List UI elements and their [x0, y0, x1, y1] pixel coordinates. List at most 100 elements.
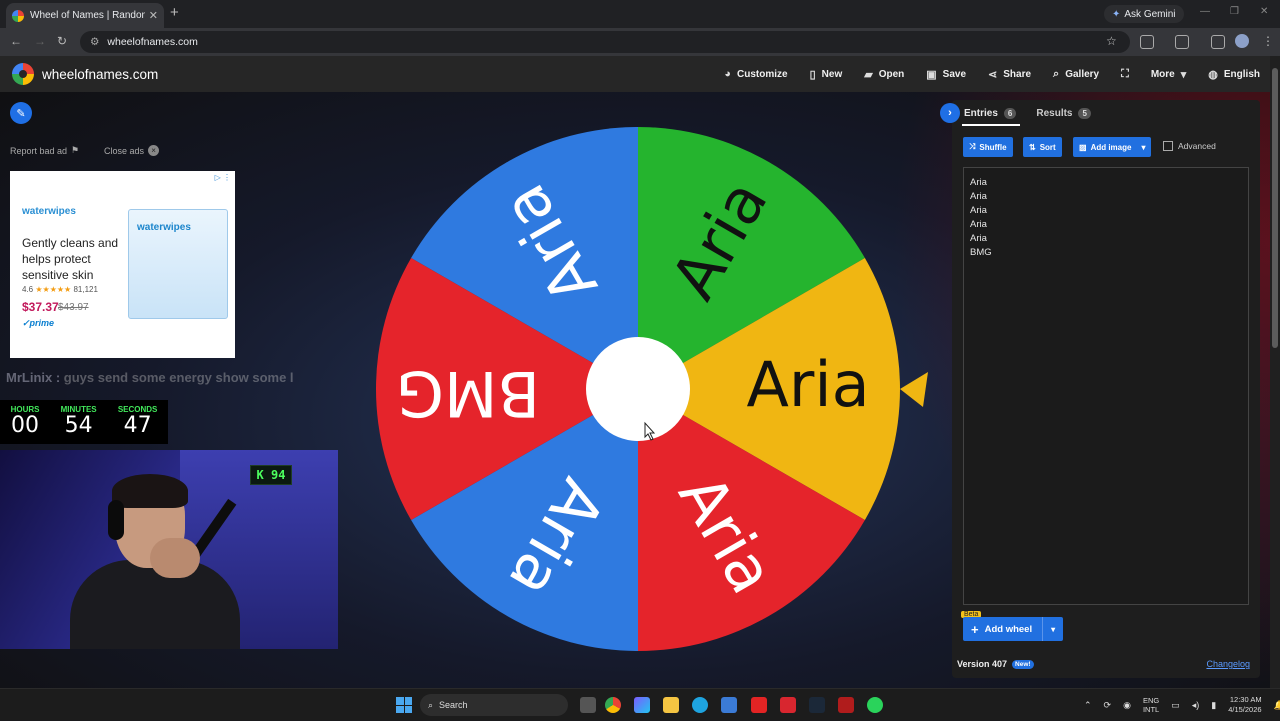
streamer-hand [150, 538, 200, 578]
folder-icon[interactable] [663, 697, 679, 713]
steam-icon[interactable] [809, 697, 825, 713]
changelog-link[interactable]: Changelog [1206, 659, 1250, 669]
add-image-button[interactable]: ▨ Add image ▾ [1073, 137, 1152, 157]
chrome-icon[interactable] [605, 697, 621, 713]
browser-menu-icon[interactable]: ⋮ [1262, 34, 1274, 48]
youtube-icon[interactable] [751, 697, 767, 713]
entries-panel: › Entries 6 Results 5 ⤨ Shuffle ⇅ Sort ▨ Add … [940, 100, 1260, 678]
advanced-checkbox[interactable]: Advanced [1163, 141, 1216, 151]
address-bar[interactable]: ⚙ wheelofnames.com [80, 31, 1130, 53]
copilot-icon[interactable] [634, 697, 650, 713]
notification-bell-icon[interactable]: 🔔 [1274, 700, 1280, 711]
ad-brand: waterwipes [22, 206, 76, 217]
flag-icon: ⚑ [71, 145, 80, 155]
more-button[interactable]: More ▾ [1151, 68, 1186, 81]
sort-button[interactable]: ⇅ Sort [1023, 137, 1062, 157]
open-button[interactable]: ▰ Open [864, 68, 904, 81]
add-wheel-dropdown-icon[interactable]: ▾ [1043, 625, 1063, 634]
shield-app-icon[interactable] [838, 697, 854, 713]
tab-results[interactable]: Results 5 [1036, 107, 1091, 119]
reading-list-icon[interactable] [1211, 35, 1225, 49]
back-icon[interactable]: ← [10, 34, 22, 48]
new-button[interactable]: ▯ New [810, 68, 843, 81]
fullscreen-button[interactable]: ⛶ [1121, 68, 1129, 81]
file-explorer-icon[interactable] [580, 697, 596, 713]
gallery-button[interactable]: ⌕ Gallery [1053, 68, 1099, 81]
mail-icon[interactable] [721, 697, 737, 713]
ad-choices-icon[interactable]: ▷ ⋮ [215, 173, 231, 182]
maximize-icon[interactable]: ❐ [1230, 6, 1239, 17]
edge-icon[interactable] [692, 697, 708, 713]
close-window-icon[interactable]: ✕ [1260, 6, 1268, 17]
share-label: Share [1003, 68, 1032, 80]
spinning-wheel[interactable]: Aria AriaAriaAriaAriaBMG [372, 123, 932, 663]
chat-username: MrLinix : [6, 370, 61, 385]
taskbar-clock[interactable]: 12:30 AM 4/15/2026 [1228, 695, 1261, 715]
entry-line: Aria [970, 233, 987, 244]
site-info-icon[interactable]: ⚙ [90, 36, 99, 48]
site-name[interactable]: wheelofnames.com [42, 67, 158, 82]
m-app-icon[interactable] [780, 697, 796, 713]
sync-icon[interactable]: ⟳ [1104, 700, 1112, 711]
ad-prime-badge: ✓prime [22, 318, 55, 328]
more-label: More [1150, 68, 1175, 80]
seconds-value: 47 [123, 413, 152, 438]
minimize-icon[interactable]: — [1200, 6, 1210, 17]
ask-gemini-button[interactable]: ✦ Ask Gemini [1104, 5, 1184, 23]
language-button[interactable]: ◍ English [1208, 68, 1260, 81]
headphones [108, 500, 124, 540]
pencil-icon: ✎ [16, 107, 26, 120]
gallery-label: Gallery [1065, 68, 1100, 80]
extensions-icon[interactable] [1140, 35, 1154, 49]
tab-entries[interactable]: Entries 6 [964, 107, 1017, 119]
scrollbar-thumb[interactable] [1272, 68, 1278, 348]
battery-icon[interactable]: ▮ [1211, 700, 1216, 711]
reload-icon[interactable]: ↻ [57, 34, 67, 48]
advertisement[interactable]: ▷ ⋮ waterwipes Gently cleans and helps p… [10, 171, 235, 358]
close-ads-link[interactable]: Close ads × [104, 145, 160, 156]
green-app-icon[interactable] [867, 697, 883, 713]
new-label: New [821, 68, 843, 80]
bookmark-star-icon[interactable]: ☆ [1106, 34, 1117, 48]
gemini-icon: ✦ [1112, 8, 1121, 20]
report-bad-ad-link[interactable]: Report bad ad ⚑ [10, 145, 79, 156]
file-icon: ▯ [809, 68, 816, 81]
collapse-panel-icon[interactable]: › [940, 103, 960, 123]
page-scrollbar[interactable] [1270, 56, 1280, 688]
edit-pencil-button[interactable]: ✎ [10, 102, 32, 124]
site-header: wheelofnames.com ◕ Customize ▯ New ▰ Open ▣… [0, 56, 1270, 92]
language-label: English [1223, 68, 1260, 80]
site-favicon-icon [12, 9, 24, 22]
new-tab-icon[interactable]: + [170, 5, 184, 21]
vpn-icon[interactable]: ◉ [1123, 700, 1131, 711]
share-button[interactable]: ⋖ Share [988, 68, 1031, 81]
profile-avatar[interactable] [1235, 34, 1249, 48]
save-label: Save [942, 68, 967, 80]
streamer-body [70, 560, 240, 649]
cast-icon[interactable] [1175, 35, 1189, 49]
neon-sign: K 94 [250, 465, 292, 485]
add-wheel-button[interactable]: + Add wheel ▾ [963, 617, 1064, 641]
network-icon[interactable]: ▭ [1171, 700, 1180, 711]
save-icon: ▣ [926, 68, 937, 81]
ad-price: $37.37 [22, 300, 59, 314]
customize-button[interactable]: ◕ Customize [724, 68, 787, 80]
browser-tab[interactable]: Wheel of Names | Random nam ✕ [6, 3, 164, 28]
windows-start-icon[interactable] [396, 697, 412, 713]
image-icon: ▨ [1079, 142, 1087, 152]
taskbar-search[interactable]: ⌕ Search [420, 694, 568, 716]
close-tab-icon[interactable]: ✕ [149, 9, 158, 22]
sort-icon: ⇅ [1029, 142, 1036, 152]
system-tray: ⌃ ⟳ ◉ ENG INTL ▭ ◂) ▮ 12:30 AM 4/15/2026 🔔 [1084, 689, 1280, 721]
shuffle-button[interactable]: ⤨ Shuffle [963, 137, 1013, 157]
entries-count-badge: 6 [1003, 107, 1017, 119]
entries-textarea[interactable]: Aria Aria Aria Aria Aria BMG [963, 167, 1249, 605]
wheelofnames-logo[interactable] [12, 63, 34, 85]
volume-icon[interactable]: ◂) [1192, 700, 1200, 711]
language-indicator[interactable]: ENG INTL [1143, 696, 1159, 714]
chevron-up-icon[interactable]: ⌃ [1084, 700, 1092, 711]
forward-icon[interactable]: → [34, 34, 46, 48]
save-button[interactable]: ▣ Save [926, 68, 966, 81]
results-count-badge: 5 [1078, 107, 1091, 119]
wheel-center-hub[interactable] [586, 337, 690, 441]
